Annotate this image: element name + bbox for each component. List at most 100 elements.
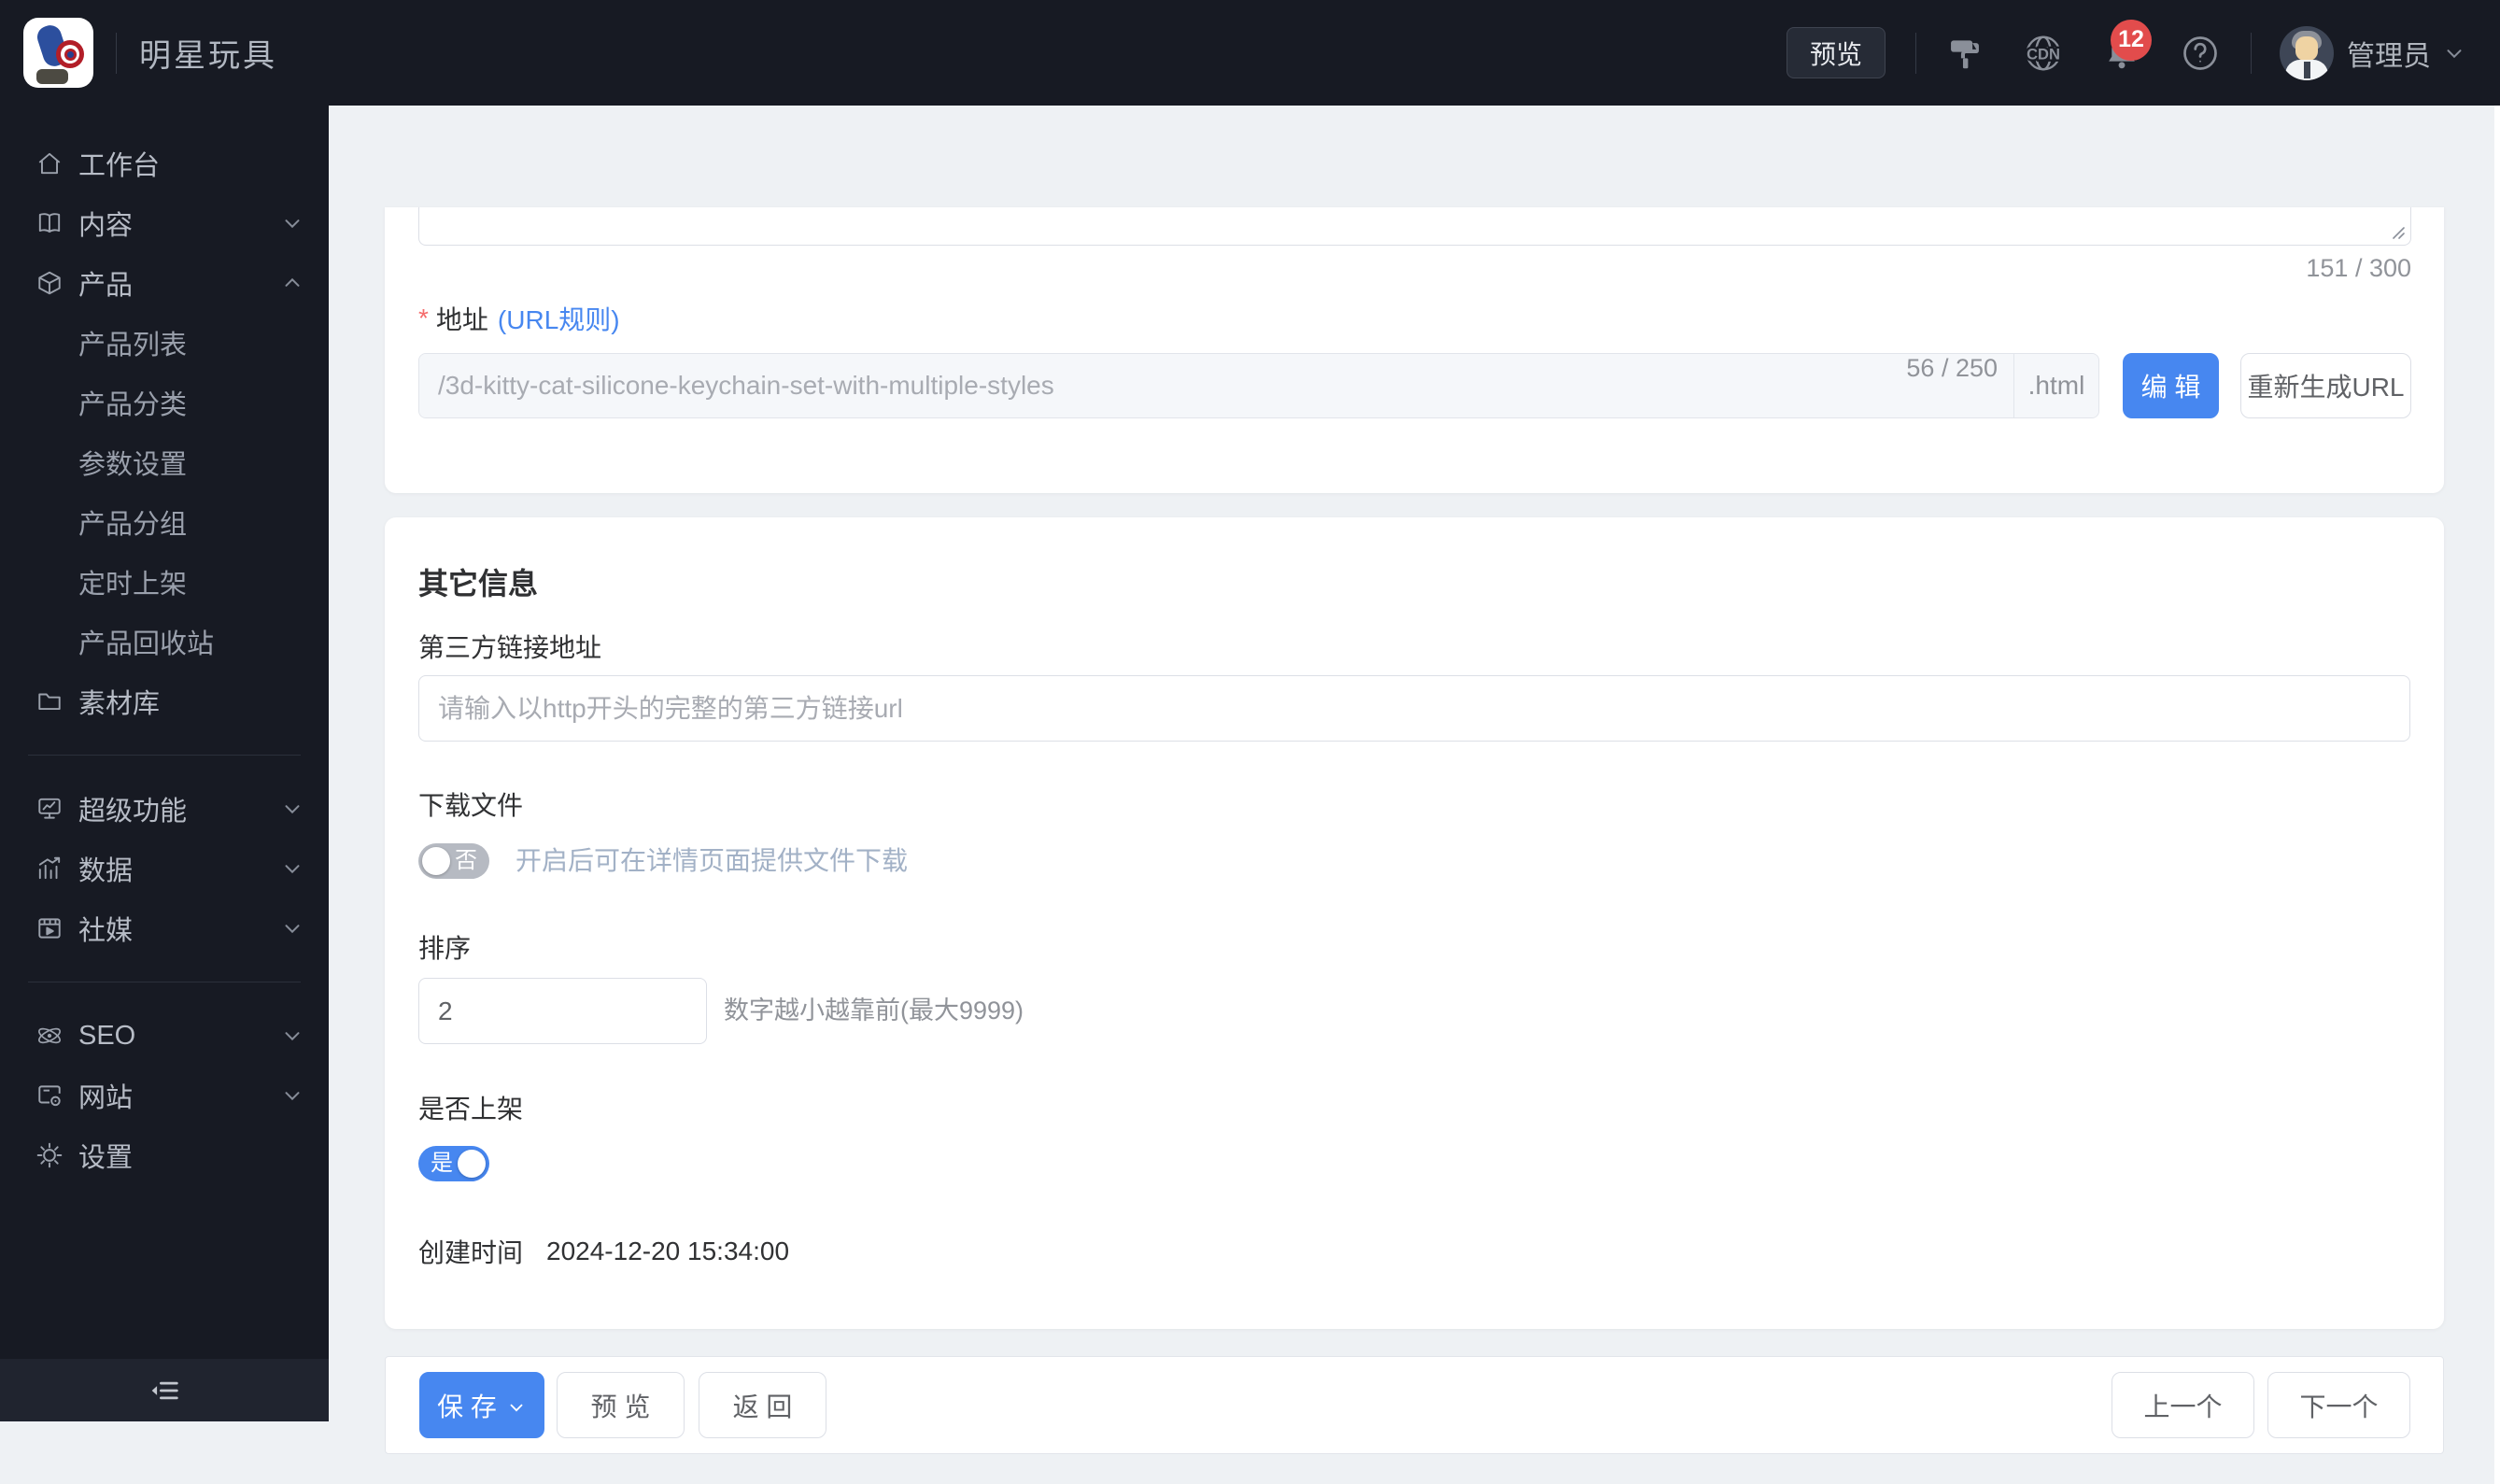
cube-icon (38, 271, 61, 295)
header-divider (116, 32, 117, 74)
other-info-card: 其它信息 第三方链接地址 下载文件 否 开启后可在详情页面提供文件下载 排序 数… (385, 517, 2444, 1329)
bar-chart-icon (38, 856, 61, 880)
avatar[interactable] (2280, 25, 2334, 80)
download-toggle[interactable]: 否 (418, 843, 489, 879)
header-actions: 预览 CDN 12 管理员 (1786, 19, 2500, 80)
textarea-counter: 151 / 300 (2306, 254, 2411, 282)
resize-handle-icon[interactable] (2386, 220, 2407, 241)
url-input[interactable] (419, 354, 2013, 417)
sidebar-item-seo[interactable]: SEO (0, 1006, 329, 1066)
url-card: 151 / 300 * 地址 (URL规则) 56 / 250 .html 编 … (385, 207, 2444, 493)
logo-base (36, 69, 68, 84)
scrollbar-track[interactable] (2494, 106, 2500, 1484)
on-shelf-toggle[interactable]: 是 (418, 1146, 489, 1181)
preview-button[interactable]: 预 览 (557, 1372, 685, 1438)
app-title: 明星玩具 (139, 38, 277, 74)
notification-badge: 12 (2111, 19, 2152, 61)
atom-icon (37, 1027, 62, 1044)
description-textarea[interactable] (418, 207, 2411, 246)
folder-icon (38, 693, 61, 710)
sidebar-item-super-features[interactable]: 超级功能 (0, 779, 329, 839)
top-header: 明星玩具 预览 CDN 12 管理员 (0, 0, 2500, 106)
chevron-down-icon (285, 1092, 300, 1101)
sidebar-item-label: 素材库 (78, 689, 161, 719)
sidebar-item-product-list[interactable]: 产品列表 (0, 313, 329, 373)
chevron-down-icon (285, 1032, 300, 1041)
sidebar-item-social[interactable]: 社媒 (0, 898, 329, 958)
chevron-down-icon (285, 865, 300, 874)
gear-icon (36, 1142, 63, 1168)
regenerate-url-button[interactable]: 重新生成URL (2240, 353, 2411, 418)
header-divider (1915, 32, 1916, 74)
url-rule-link[interactable]: (URL规则) (498, 300, 620, 337)
app-root: 明星玩具 预览 CDN 12 管理员 工作台 内容 产品 产品列表 产品分类 参… (0, 0, 2500, 1484)
sidebar-item-content[interactable]: 内容 (0, 193, 329, 253)
toggle-on-text: 是 (431, 1151, 453, 1176)
created-time-row: 创建时间 2024-12-20 15:34:00 (418, 1236, 789, 1267)
cdn-icon[interactable]: CDN (2004, 33, 2083, 74)
chevron-down-icon (285, 805, 300, 814)
edit-url-button[interactable]: 编 辑 (2123, 353, 2219, 418)
on-shelf-label: 是否上架 (418, 1095, 524, 1124)
sidebar-item-scheduled-listing[interactable]: 定时上架 (0, 552, 329, 612)
sidebar-collapse-button[interactable] (0, 1359, 329, 1421)
sidebar-divider (28, 755, 301, 756)
created-time-value: 2024-12-20 15:34:00 (546, 1237, 790, 1265)
third-party-label: 第三方链接地址 (418, 633, 602, 662)
header-divider (2251, 32, 2252, 74)
sidebar-item-settings[interactable]: 设置 (0, 1125, 329, 1185)
sidebar-item-label: 内容 (78, 211, 134, 241)
section-title: 其它信息 (418, 567, 539, 601)
sort-hint: 数字越小越靠前(最大9999) (724, 996, 1024, 1025)
preview-site-button[interactable]: 预览 (1786, 27, 1886, 78)
sidebar-item-product-category[interactable]: 产品分类 (0, 373, 329, 432)
required-mark: * (418, 304, 429, 332)
help-icon[interactable] (2161, 34, 2239, 73)
sidebar-item-label: 超级功能 (78, 797, 188, 827)
chevron-down-icon (285, 925, 300, 934)
url-input-group: 56 / 250 .html (418, 353, 2099, 418)
download-tip: 开启后可在详情页面提供文件下载 (516, 846, 909, 875)
download-label: 下载文件 (418, 791, 524, 820)
sidebar-item-label: 社媒 (78, 916, 134, 946)
app-logo[interactable] (23, 18, 93, 88)
user-name[interactable]: 管理员 (2347, 33, 2431, 74)
logo-shield (56, 40, 84, 68)
sidebar-item-materials[interactable]: 素材库 (0, 671, 329, 731)
address-label: 地址 (435, 305, 488, 334)
sidebar-item-param-settings[interactable]: 参数设置 (0, 432, 329, 492)
sidebar-item-label: SEO (78, 1020, 136, 1051)
sidebar-item-data[interactable]: 数据 (0, 839, 329, 898)
sort-label: 排序 (418, 934, 472, 963)
back-button[interactable]: 返 回 (699, 1372, 826, 1438)
created-time-label: 创建时间 (418, 1238, 524, 1267)
next-item-button[interactable]: 下一个 (2267, 1372, 2410, 1438)
sidebar-item-workbench[interactable]: 工作台 (0, 134, 329, 193)
address-label-row: * 地址 (URL规则) (418, 303, 620, 334)
action-bar: 保 存 预 览 返 回 上一个 下一个 (385, 1356, 2444, 1454)
url-suffix: .html (2013, 354, 2098, 417)
sidebar-item-label: 产品 (78, 271, 134, 301)
save-button[interactable]: 保 存 (419, 1372, 544, 1438)
previous-item-button[interactable]: 上一个 (2112, 1372, 2254, 1438)
chevron-down-icon[interactable] (2442, 41, 2466, 65)
notification-bell-icon[interactable]: 12 (2083, 19, 2161, 72)
sidebar-item-product-group[interactable]: 产品分组 (0, 492, 329, 552)
toggle-knob (458, 1150, 486, 1178)
url-row: 56 / 250 .html 编 辑 重新生成URL (418, 353, 2411, 418)
third-party-url-input[interactable] (418, 675, 2410, 742)
sidebar-item-product[interactable]: 产品 (0, 253, 329, 313)
toggle-knob (422, 847, 450, 875)
sort-input[interactable] (418, 978, 707, 1044)
sidebar-item-product-recycle[interactable]: 产品回收站 (0, 612, 329, 671)
sidebar-item-label: 设置 (78, 1143, 134, 1173)
toggle-off-text: 否 (455, 848, 477, 873)
sidebar-item-website[interactable]: 网站 (0, 1066, 329, 1125)
book-icon (38, 213, 61, 233)
browser-icon (38, 1085, 61, 1107)
monitor-icon (38, 798, 61, 819)
media-icon (38, 918, 61, 939)
chevron-down-icon (285, 219, 300, 229)
paint-roller-icon[interactable] (1926, 35, 2004, 71)
chevron-up-icon (285, 277, 300, 287)
